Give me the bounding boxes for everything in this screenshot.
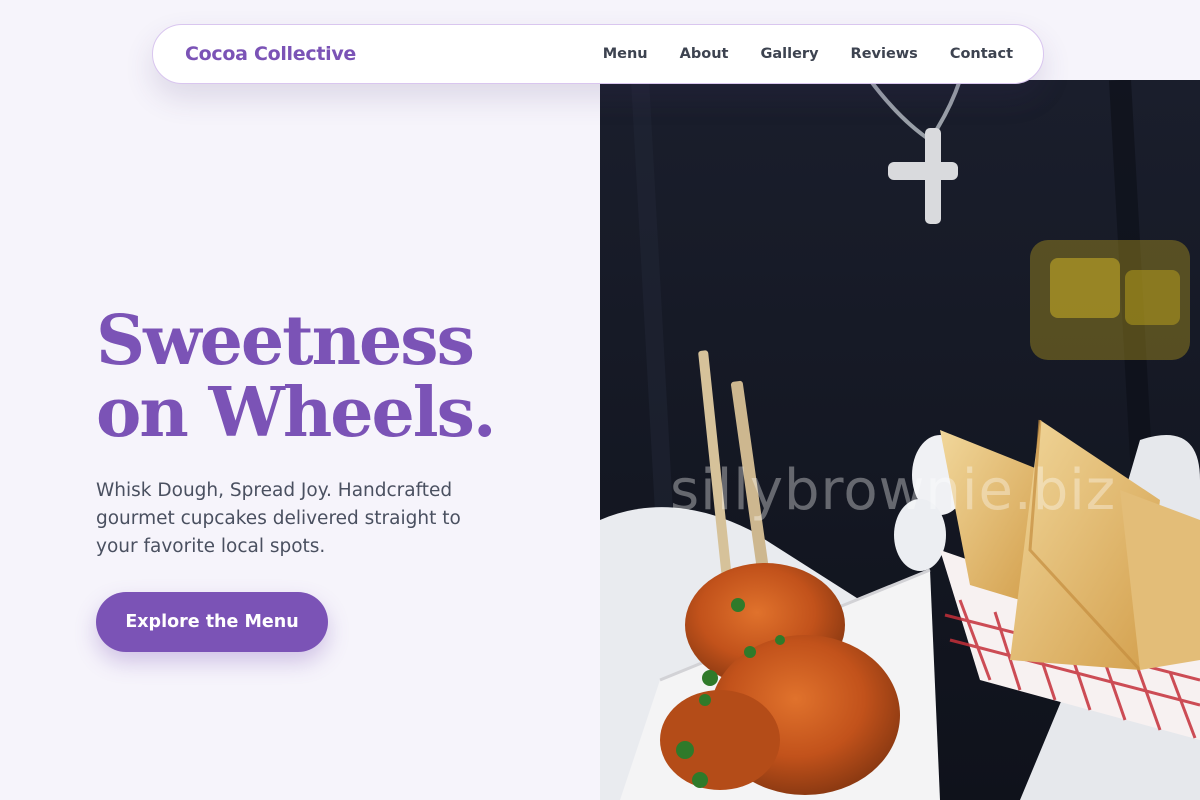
watermark-text: sillybrownie.biz — [670, 458, 1117, 523]
food-photo-illustration — [600, 80, 1200, 800]
explore-menu-button[interactable]: Explore the Menu — [96, 592, 328, 652]
brand-logo-text[interactable]: Cocoa Collective — [185, 43, 356, 65]
hero-title-line-2: on Wheels. — [96, 373, 497, 453]
hero-subtitle: Whisk Dough, Spread Joy. Handcrafted gou… — [96, 480, 461, 557]
top-navbar: Cocoa Collective Menu About Gallery Revi… — [152, 24, 1044, 84]
page: sillybrownie.biz Cocoa Collective Menu A… — [0, 0, 1200, 800]
nav-links: Menu About Gallery Reviews Contact — [603, 46, 1013, 62]
nav-link-menu[interactable]: Menu — [603, 46, 648, 62]
nav-link-contact[interactable]: Contact — [950, 46, 1013, 62]
nav-link-gallery[interactable]: Gallery — [760, 46, 818, 62]
nav-link-about[interactable]: About — [680, 46, 729, 62]
hero-title-line-1: Sweetness — [96, 301, 475, 381]
nav-link-reviews[interactable]: Reviews — [851, 46, 918, 62]
hero-title: Sweetness on Wheels. — [96, 301, 497, 453]
hero-photo: sillybrownie.biz — [600, 80, 1200, 800]
